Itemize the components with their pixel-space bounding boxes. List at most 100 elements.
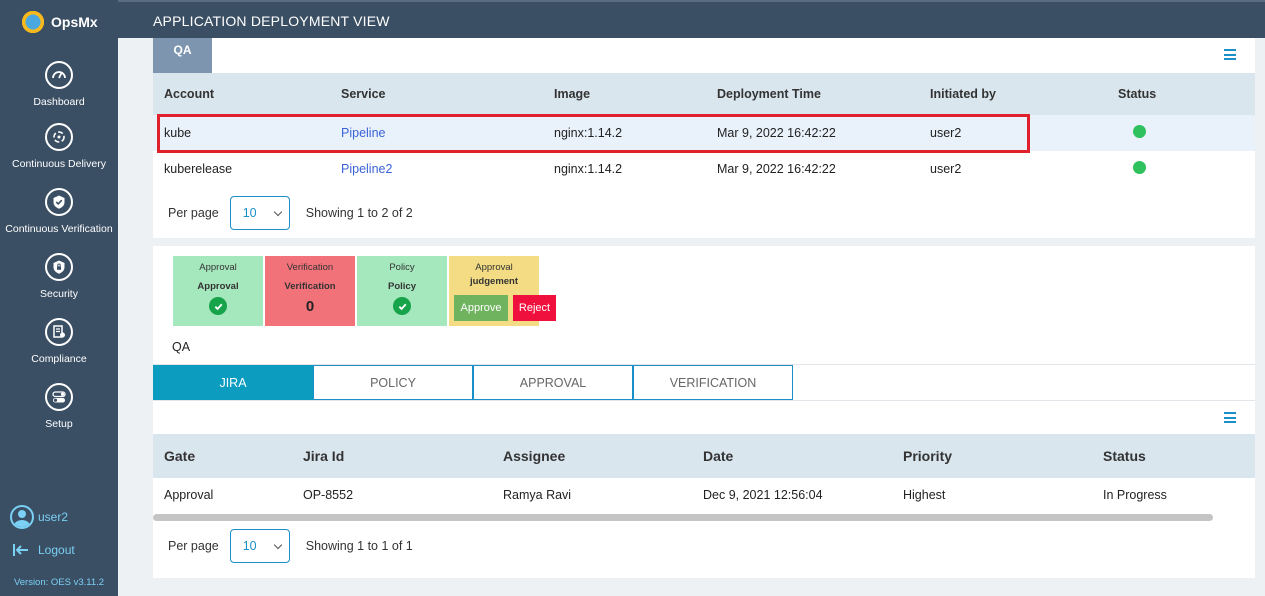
per-page-label: Per page — [168, 539, 219, 553]
compliance-doc-icon — [45, 318, 73, 346]
col-status: Status — [1118, 73, 1255, 115]
status-cell — [1118, 151, 1255, 187]
col-jira-id: Jira Id — [303, 434, 503, 478]
divider — [153, 400, 1255, 401]
sidebar-item-label: Dashboard — [33, 96, 85, 108]
sidebar-item-dashboard[interactable]: Dashboard — [0, 61, 118, 108]
toggle-settings-icon — [45, 383, 73, 411]
per-page-label: Per page — [168, 206, 219, 220]
reject-button[interactable]: Reject — [513, 295, 556, 321]
sidebar-item-label: Compliance — [31, 353, 87, 365]
status-success-icon — [1133, 125, 1146, 138]
sidebar-item-label: Continuous Verification — [5, 223, 113, 235]
main-content: QA Account Service Image Deployment Time… — [118, 38, 1265, 596]
gauge-icon — [45, 61, 73, 89]
tab-approval[interactable]: APPROVAL — [473, 365, 633, 400]
tab-env-qa[interactable]: QA — [153, 38, 212, 73]
col-status: Status — [1103, 434, 1255, 478]
detail-tabs: JIRA POLICY APPROVAL VERIFICATION — [153, 365, 793, 400]
sidebar-item-security[interactable]: Security — [0, 253, 118, 300]
chevron-down-icon — [273, 207, 282, 216]
col-date: Date — [703, 434, 903, 478]
version-label: Version: OES v3.11.2 — [13, 577, 105, 588]
col-deployment-time: Deployment Time — [717, 73, 930, 115]
horizontal-scrollbar[interactable] — [153, 514, 1213, 521]
sidebar: OpsMx Dashboard Continuous Delivery Cont… — [0, 0, 118, 596]
per-page-value: 10 — [242, 539, 257, 553]
image-cell: nginx:1.14.2 — [554, 162, 623, 176]
logout-button[interactable]: Logout — [12, 543, 75, 557]
date-cell: Dec 9, 2021 12:56:04 — [703, 488, 823, 502]
showing-count: Showing 1 to 2 of 2 — [305, 206, 413, 220]
avatar — [10, 505, 34, 529]
assignee-cell: Ramya Ravi — [503, 488, 572, 502]
col-service: Service — [341, 73, 554, 115]
menu-icon[interactable] — [1224, 49, 1236, 60]
opsmx-gear-icon — [20, 9, 46, 35]
col-account: Account — [153, 73, 341, 115]
gate-card-verification[interactable]: Verification Verification 0 — [265, 256, 355, 326]
page-title: APPLICATION DEPLOYMENT VIEW — [153, 13, 390, 29]
per-page-select[interactable]: 10 — [229, 196, 290, 230]
gate-name: Verification — [284, 281, 336, 292]
check-circle-icon — [393, 297, 411, 315]
approve-button[interactable]: Approve — [454, 295, 508, 321]
col-image: Image — [554, 73, 717, 115]
gate-type: Verification — [286, 262, 334, 273]
table-row[interactable]: kuberelease Pipeline2 nginx:1.14.2 Mar 9… — [153, 151, 1255, 187]
per-page-value: 10 — [242, 206, 257, 220]
stage-label: QA — [172, 340, 191, 354]
sidebar-item-continuous-verification[interactable]: Continuous Verification — [0, 188, 118, 235]
priority-cell: Highest — [903, 488, 946, 502]
table-header-row: Gate Jira Id Assignee Date Priority Stat… — [153, 434, 1255, 478]
tab-policy[interactable]: POLICY — [313, 365, 473, 400]
col-gate: Gate — [153, 434, 303, 478]
sidebar-item-label: Setup — [45, 418, 73, 430]
status-cell — [1118, 115, 1255, 151]
sidebar-item-continuous-delivery[interactable]: Continuous Delivery — [0, 123, 118, 170]
per-page-select[interactable]: 10 — [229, 529, 290, 563]
username: user2 — [38, 510, 69, 524]
row-highlight-box — [157, 114, 1030, 153]
table-row[interactable]: Approval OP-8552 Ramya Ravi Dec 9, 2021 … — [153, 478, 1255, 512]
opsmx-logo[interactable]: OpsMx — [20, 9, 98, 35]
showing-count: Showing 1 to 1 of 1 — [305, 539, 413, 553]
menu-icon[interactable] — [1224, 412, 1236, 423]
deployments-pagination: Per page 10 Showing 1 to 2 of 2 — [168, 196, 413, 230]
account-cell: kuberelease — [164, 162, 233, 176]
jira-id-cell: OP-8552 — [303, 488, 354, 502]
logout-label: Logout — [38, 543, 75, 557]
gate-card-policy[interactable]: Policy Policy — [357, 256, 447, 326]
gate-name: judgement — [469, 276, 519, 287]
gate-card-approval[interactable]: Approval Approval — [173, 256, 263, 326]
verified-shield-icon — [45, 188, 73, 216]
status-cell: In Progress — [1103, 488, 1167, 502]
delivery-cycle-icon — [45, 123, 73, 151]
col-priority: Priority — [903, 434, 1103, 478]
gate-type: Approval — [475, 262, 513, 273]
gate-type: Approval — [199, 262, 237, 273]
initiated-cell: user2 — [930, 162, 962, 176]
gate-name: Approval — [197, 281, 239, 292]
time-cell: Mar 9, 2022 16:42:22 — [717, 162, 836, 176]
jira-pagination: Per page 10 Showing 1 to 1 of 1 — [168, 529, 413, 563]
table-header-row: Account Service Image Deployment Time In… — [153, 73, 1255, 115]
user-profile[interactable]: user2 — [10, 505, 68, 529]
sidebar-item-setup[interactable]: Setup — [0, 383, 118, 430]
top-bar: APPLICATION DEPLOYMENT VIEW — [118, 0, 1265, 38]
lock-shield-icon — [45, 253, 73, 281]
brand-name: OpsMx — [51, 14, 98, 30]
sidebar-item-compliance[interactable]: Compliance — [0, 318, 118, 365]
logout-icon — [13, 544, 28, 556]
sidebar-item-label: Continuous Delivery — [12, 158, 106, 170]
tab-verification[interactable]: VERIFICATION — [633, 365, 793, 400]
sidebar-item-label: Security — [40, 288, 78, 300]
gate-name: Policy — [388, 281, 416, 292]
col-initiated-by: Initiated by — [930, 73, 1118, 115]
col-assignee: Assignee — [503, 434, 703, 478]
verification-score: 0 — [305, 298, 315, 315]
tab-jira[interactable]: JIRA — [153, 365, 313, 400]
gate-cell: Approval — [164, 488, 214, 502]
chevron-down-icon — [273, 540, 282, 549]
service-link[interactable]: Pipeline2 — [341, 151, 554, 187]
